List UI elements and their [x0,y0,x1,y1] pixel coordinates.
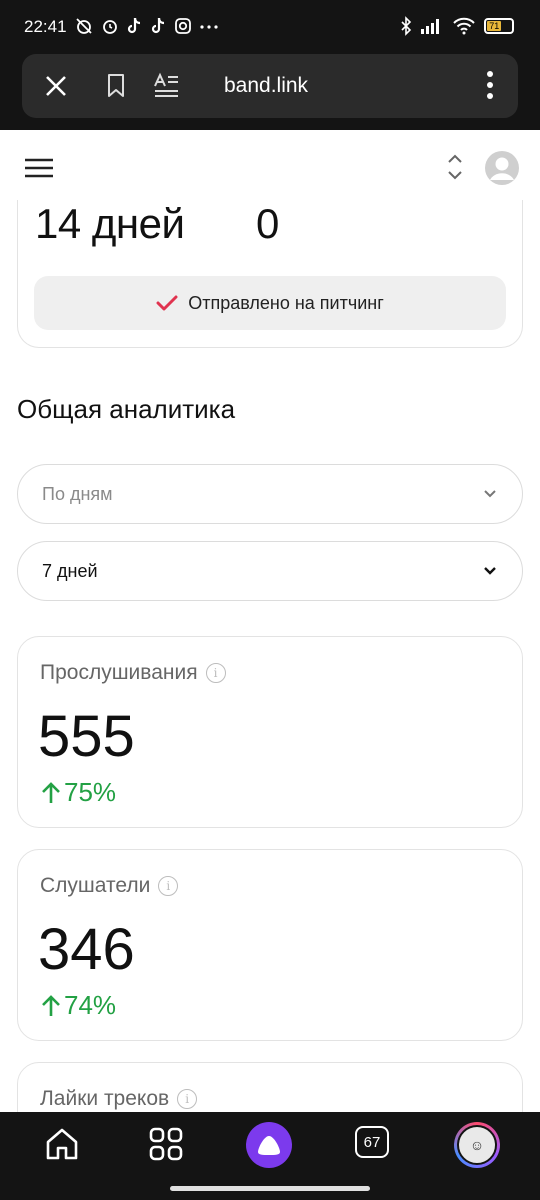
stat-change-value: 74% [64,990,117,1020]
status-system-icons: 71 [400,16,514,36]
more-vertical-icon[interactable] [486,70,494,100]
close-icon[interactable] [44,74,68,98]
battery-level: 71 [487,21,502,31]
reader-mode-icon[interactable] [152,72,180,100]
alarm-icon [103,20,117,34]
avatar-image: ☺ [457,1125,497,1165]
alice-assistant-icon[interactable] [246,1122,292,1168]
pitching-days-value: 14 дней [35,200,185,247]
info-icon[interactable]: i [205,663,226,683]
stat-value: 555 [38,704,135,769]
home-indicator[interactable] [170,1186,370,1191]
instagram-icon [175,18,191,34]
checkmark-icon [156,295,178,311]
signal-icon [421,19,439,34]
browser-toolbar: band.link [22,54,518,118]
pitching-status-badge: Отправлено на питчинг [34,276,506,330]
stat-label-row: Прослушивания i [40,661,226,685]
pitching-status-text: Отправлено на питчинг [188,292,384,313]
stat-change-value: 75% [64,777,117,807]
arrow-up-icon [42,994,60,1016]
stat-change: 74% [40,990,116,1021]
alarm-off-icon [76,18,92,34]
bluetooth-icon [401,16,412,36]
stat-value: 346 [38,917,135,982]
tiktok-icon [127,17,141,34]
hamburger-icon[interactable] [24,158,54,178]
period-select-value: По дням [42,484,113,504]
profile-icon[interactable] [484,150,520,186]
tiktok-icon [151,17,165,34]
address-bar-url[interactable]: band.link [224,74,308,98]
web-page: 14 дней 0 Отправлено на питчинг Общая ан… [0,130,540,1112]
wifi-icon [453,17,475,35]
status-notification-icons [74,16,220,36]
pitching-count-value: 0 [256,200,280,247]
info-icon[interactable]: i [158,876,179,896]
arrow-up-icon [42,781,60,803]
stat-label-row: Слушатели i [40,874,179,898]
stat-label: Лайки треков [40,1087,170,1110]
home-icon[interactable] [44,1126,80,1162]
chevron-down-icon [484,490,496,498]
status-time: 22:41 [24,17,67,36]
stat-card-track-likes: Лайки треков i [17,1062,523,1112]
status-bar: 22:41 71 [0,0,540,56]
range-select-value: 7 дней [42,561,98,581]
period-select[interactable]: По дням [17,464,523,524]
analytics-section-title: Общая аналитика [17,394,236,424]
range-select[interactable]: 7 дней [17,541,523,601]
battery-icon: 71 [484,18,514,34]
stat-change: 75% [40,777,116,808]
more-notifications-icon [200,25,218,29]
apps-grid-icon[interactable] [148,1126,184,1162]
site-header [0,130,540,200]
stat-card-listeners: Слушатели i 346 74% [17,849,523,1041]
stat-label: Прослушивания [40,661,198,684]
stat-label-row: Лайки треков i [40,1087,198,1111]
bookmark-icon[interactable] [106,73,126,99]
stat-label: Слушатели [40,874,151,897]
info-icon[interactable]: i [177,1089,198,1109]
sort-updown-icon[interactable] [446,152,464,182]
alice-triangle-icon [258,1136,280,1155]
stat-card-plays: Прослушивания i 555 75% [17,636,523,828]
tabs-counter-button[interactable]: 67 [355,1126,389,1158]
chevron-down-icon [484,567,496,575]
user-avatar[interactable]: ☺ [454,1122,500,1168]
tabs-count: 67 [363,1133,381,1151]
